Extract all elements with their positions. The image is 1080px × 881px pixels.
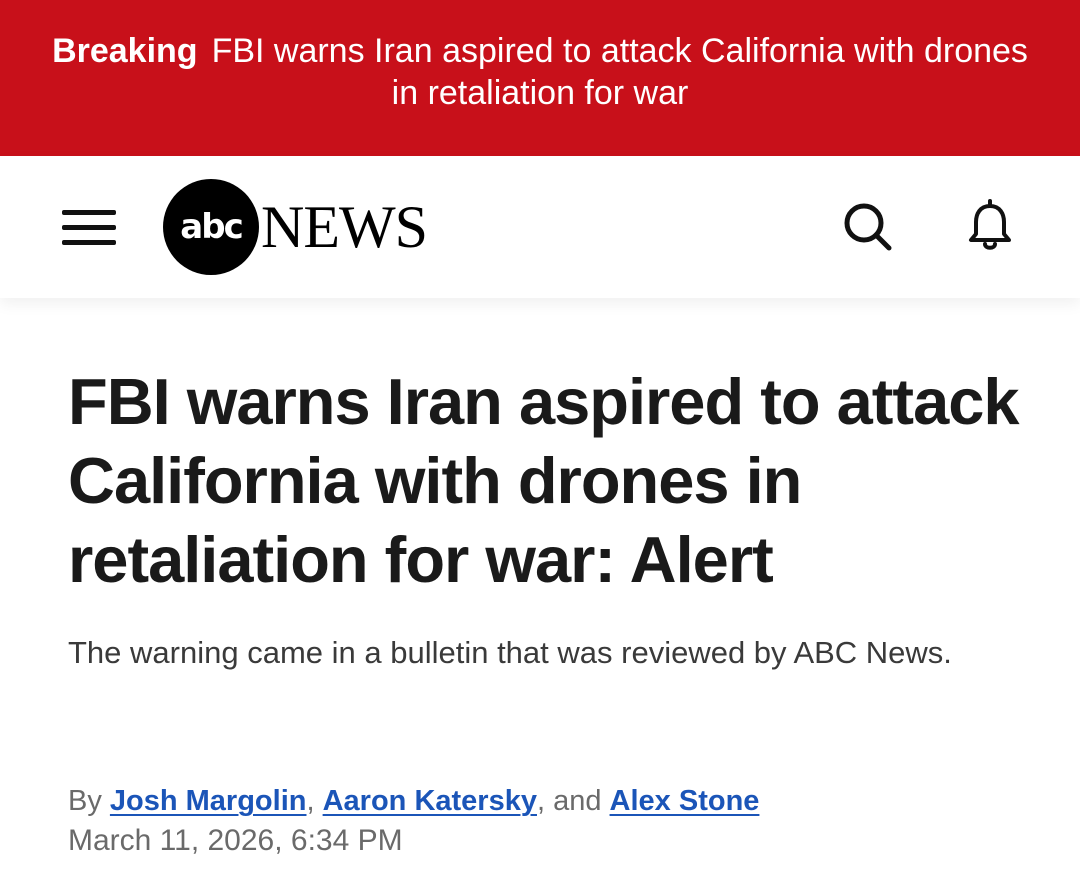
byline: By Josh Margolin, Aaron Katersky, and Al…: [68, 780, 759, 822]
byline-separator: ,: [306, 785, 315, 817]
breaking-label: Breaking: [52, 32, 198, 70]
breaking-news-banner[interactable]: Breaking FBI warns Iran aspired to attack…: [0, 0, 1080, 156]
news-wordmark: NEWS: [261, 193, 428, 260]
author-link-alex-stone[interactable]: Alex Stone: [610, 785, 760, 817]
publish-timestamp: March 11, 2026, 6:34 PM: [68, 824, 403, 857]
bell-icon[interactable]: [960, 196, 1020, 256]
abc-logo-circle: abc: [163, 179, 259, 275]
byline-separator: , and: [536, 785, 602, 817]
site-header: abc NEWS: [0, 156, 1080, 298]
search-icon[interactable]: [837, 196, 897, 256]
author-link-aaron-katersky[interactable]: Aaron Katersky: [323, 785, 537, 817]
article-subheadline: The warning came in a bulletin that was …: [68, 635, 952, 670]
breaking-headline[interactable]: FBI warns Iran aspired to attack Califor…: [212, 32, 1028, 112]
hamburger-menu-icon[interactable]: [62, 208, 116, 248]
article-headline: FBI warns Iran aspired to attack Califor…: [68, 365, 1020, 596]
abc-news-logo[interactable]: abc NEWS: [163, 178, 428, 276]
byline-prefix: By: [68, 785, 102, 817]
article: FBI warns Iran aspired to attack Califor…: [68, 362, 1028, 679]
author-link-josh-margolin[interactable]: Josh Margolin: [110, 785, 307, 817]
